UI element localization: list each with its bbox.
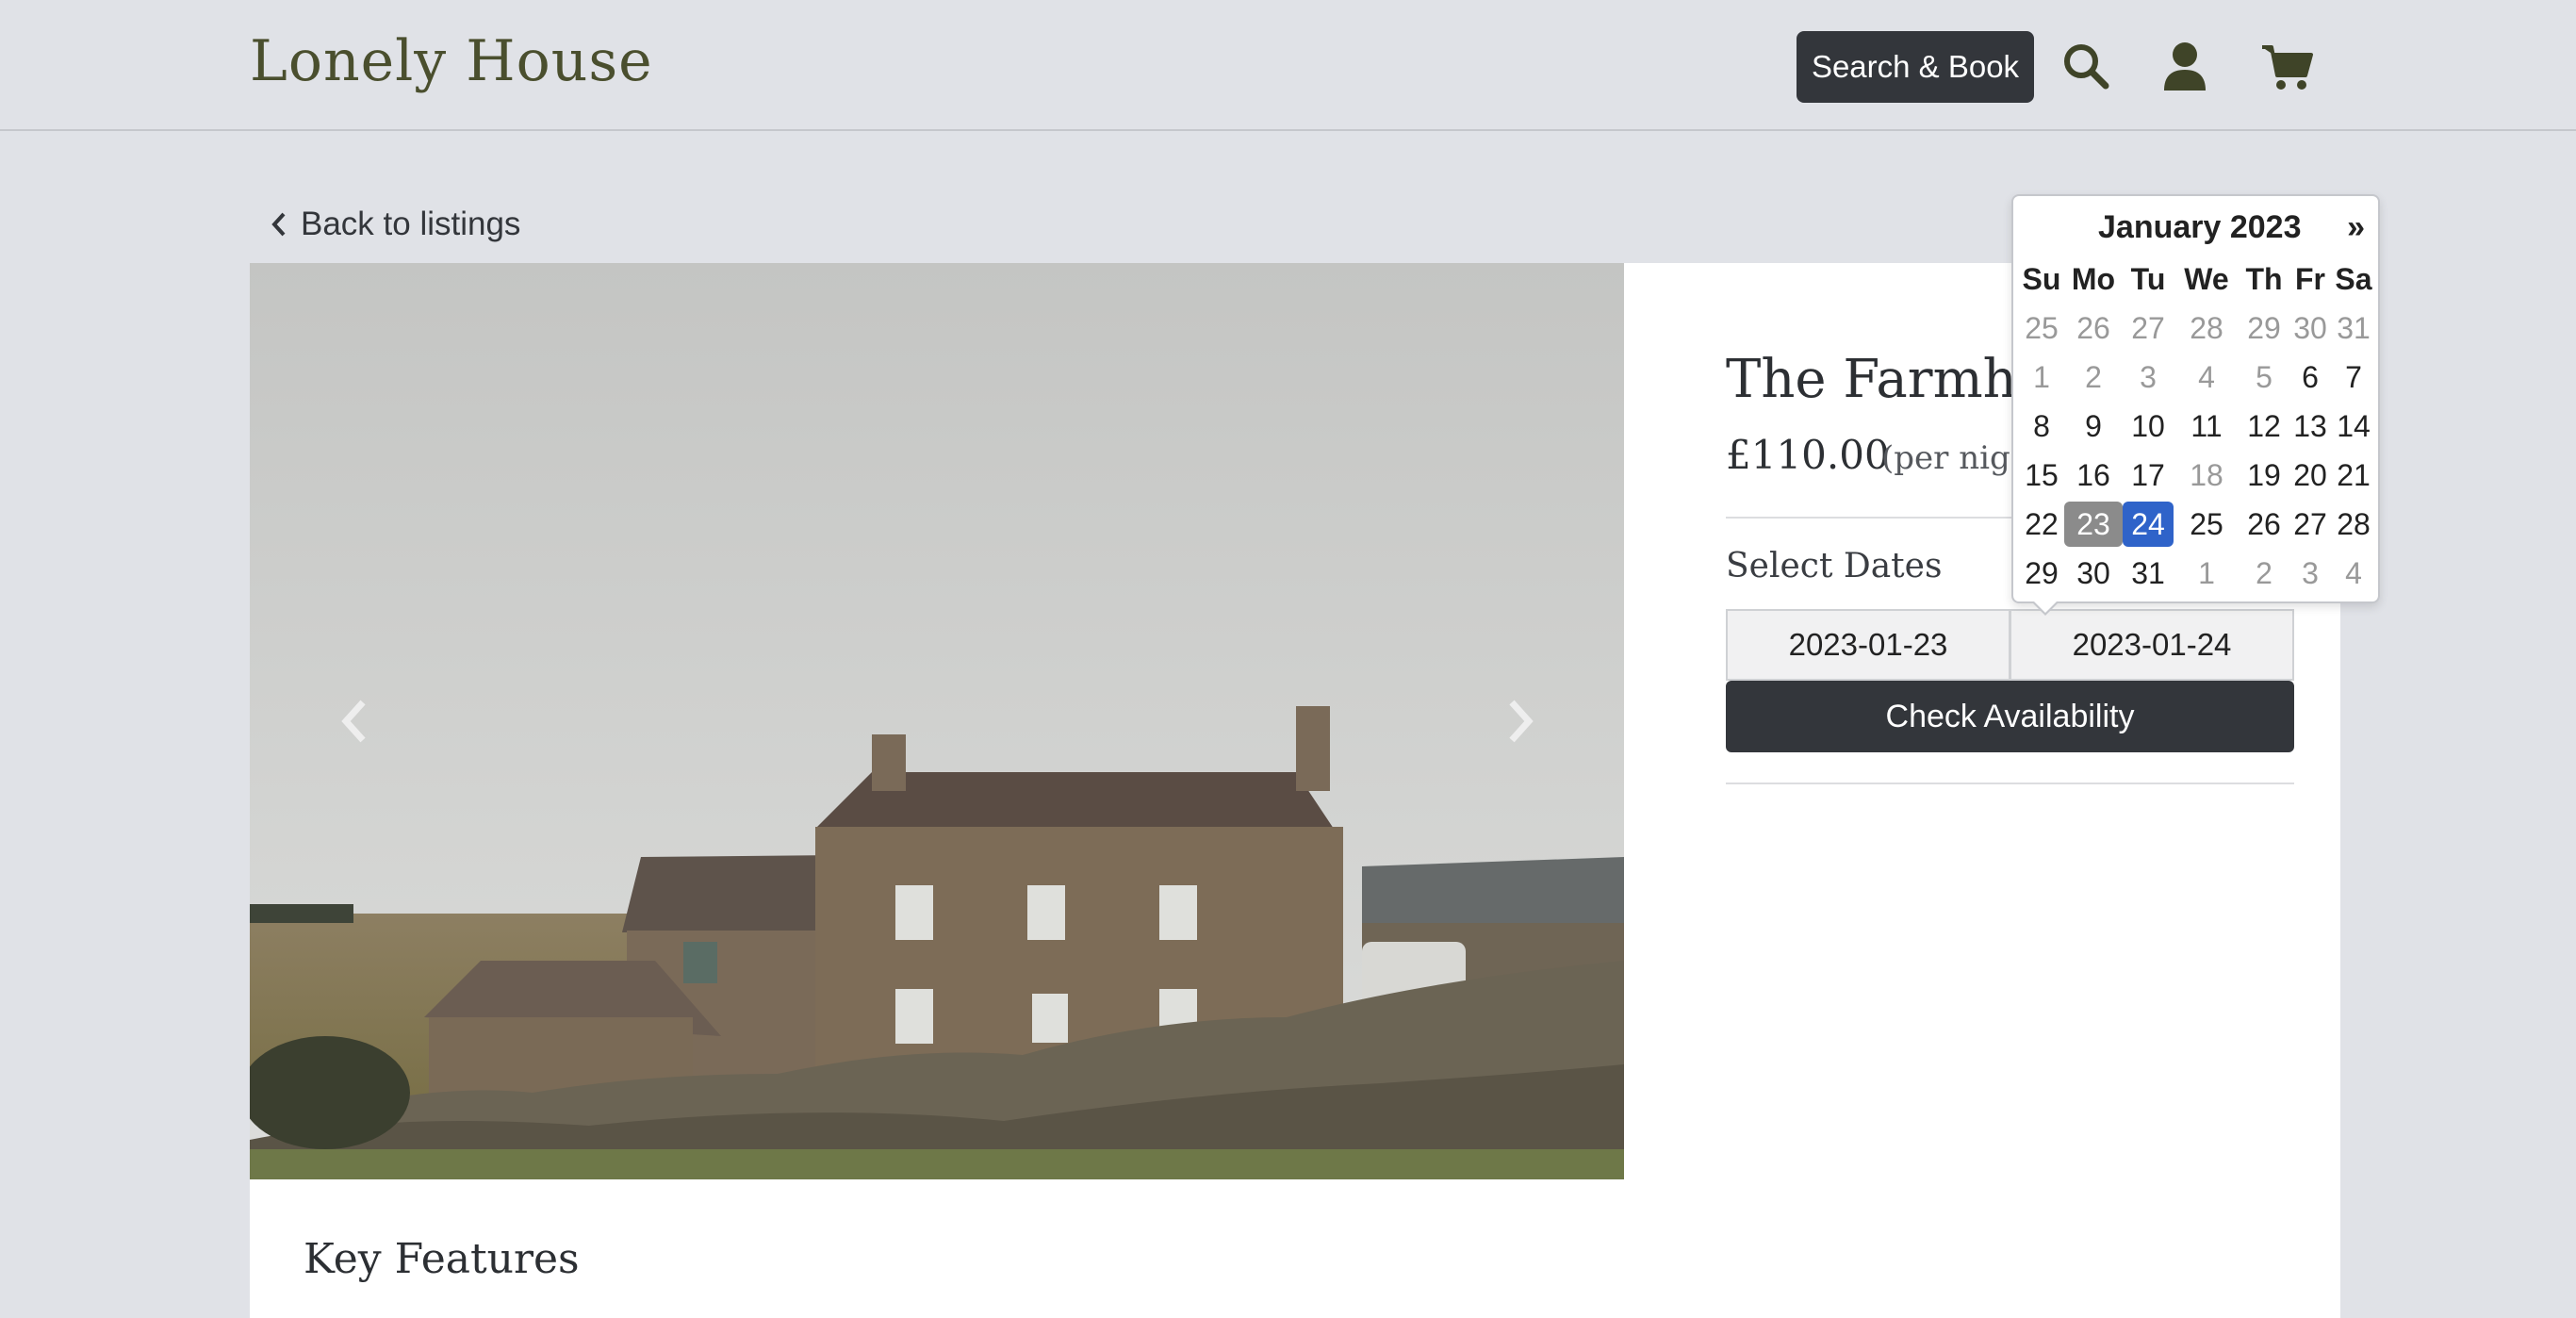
datepicker-day[interactable]: 30 (2289, 305, 2332, 351)
datepicker-week-row: 25 26 27 28 29 30 31 (2019, 305, 2376, 354)
datepicker-day[interactable]: 18 (2174, 453, 2240, 498)
listing-photo-carousel[interactable] (250, 263, 1624, 1179)
datepicker-popup: January 2023 » Su Mo Tu We Th Fr Sa 25 26 27 28 29 3… (2011, 194, 2380, 616)
datepicker-day[interactable]: 13 (2289, 404, 2332, 449)
datepicker-day[interactable]: 27 (2123, 305, 2174, 351)
datepicker-month-switch[interactable]: January 2023 (2098, 209, 2302, 246)
carousel-next-button[interactable] (1502, 693, 1540, 750)
datepicker-day[interactable]: 12 (2240, 404, 2289, 449)
divider (1726, 783, 2294, 784)
datepicker-week-row: 1234567 (2019, 354, 2376, 404)
datepicker-week-row: 29 30 31 1 2 3 4 (2019, 551, 2376, 600)
datepicker-day[interactable]: 28 (2332, 502, 2375, 547)
chevron-right-icon (1509, 700, 1534, 743)
weekday-label: Tu (2130, 261, 2166, 296)
check-in-date-input[interactable]: 2023-01-23 (1726, 609, 2010, 681)
datepicker-day[interactable]: 31 (2123, 551, 2174, 596)
datepicker-day[interactable]: 22 (2019, 502, 2064, 547)
datepicker-day[interactable]: 29 (2240, 305, 2289, 351)
weekday-label: Th (2245, 261, 2283, 296)
datepicker-day[interactable]: 14 (2332, 404, 2375, 449)
datepicker-day[interactable]: 31 (2332, 305, 2375, 351)
datepicker-week-row: 8 9 10 11 12 13 14 (2019, 404, 2376, 453)
brand-logo[interactable]: Lonely House (250, 28, 653, 94)
datepicker-day[interactable]: 28 (2174, 305, 2240, 351)
farmhouse-photo (250, 263, 1624, 1179)
datepicker-day[interactable]: 17 (2123, 453, 2174, 498)
datepicker-day[interactable]: 9 (2064, 404, 2123, 449)
datepicker-day[interactable]: 8 (2019, 404, 2064, 449)
datepicker-day-active[interactable]: 24 (2123, 502, 2174, 547)
datepicker-day[interactable]: 5 (2240, 354, 2289, 400)
weekday-label: We (2184, 261, 2229, 296)
select-dates-label: Select Dates (1726, 547, 1943, 585)
datepicker-next-button[interactable]: » (2347, 209, 2365, 246)
datepicker-day[interactable]: 20 (2289, 453, 2332, 498)
datepicker-day[interactable]: 4 (2332, 551, 2375, 596)
datepicker-day[interactable]: 7 (2332, 354, 2375, 400)
datepicker-day[interactable]: 15 (2019, 453, 2064, 498)
datepicker-day[interactable]: 16 (2064, 453, 2123, 498)
datepicker-day[interactable]: 30 (2064, 551, 2123, 596)
weekday-label: Mo (2071, 261, 2116, 296)
datepicker-day[interactable]: 19 (2240, 453, 2289, 498)
datepicker-header: January 2023 » (2013, 209, 2378, 253)
datepicker-day[interactable]: 1 (2019, 354, 2064, 400)
key-features-heading: Key Features (304, 1235, 580, 1283)
chevron-left-icon (271, 212, 286, 237)
datepicker-day[interactable]: 2 (2240, 551, 2289, 596)
user-icon[interactable] (2157, 38, 2213, 94)
check-out-date-input[interactable]: 2023-01-24 (2010, 609, 2294, 681)
datepicker-day[interactable]: 29 (2019, 551, 2064, 596)
datepicker-day[interactable]: 11 (2174, 404, 2240, 449)
datepicker-day[interactable]: 10 (2123, 404, 2174, 449)
datepicker-day-selected[interactable]: 23 (2064, 502, 2123, 547)
datepicker-day[interactable]: 1 (2174, 551, 2240, 596)
datepicker-day[interactable]: 3 (2123, 354, 2174, 400)
datepicker-day[interactable]: 26 (2064, 305, 2123, 351)
listing-price: £110.00 (1726, 432, 1890, 478)
datepicker-day[interactable]: 21 (2332, 453, 2375, 498)
chevron-left-icon (341, 700, 366, 743)
datepicker-day[interactable]: 3 (2289, 551, 2332, 596)
site-header: Lonely House Search & Book (0, 0, 2576, 131)
datepicker-day[interactable]: 25 (2174, 502, 2240, 547)
datepicker-week-row: 22 23 24 25 26 27 28 (2019, 502, 2376, 551)
check-availability-button[interactable]: Check Availability (1726, 681, 2294, 752)
back-link-label: Back to listings (301, 206, 521, 242)
datepicker-day[interactable]: 25 (2019, 305, 2064, 351)
search-book-button[interactable]: Search & Book (1797, 31, 2034, 103)
weekday-label: Fr (2295, 261, 2325, 296)
datepicker-day[interactable]: 2 (2064, 354, 2123, 400)
datepicker-calendar-grid: Su Mo Tu We Th Fr Sa 25 26 27 28 29 30 31 1 2 3 4 5 6 7 8 9 10 1… (2019, 256, 2376, 600)
datepicker-day[interactable]: 6 (2289, 354, 2332, 400)
back-to-listings-link[interactable]: Back to listings (269, 206, 520, 243)
datepicker-week-row: 15 16 17 18 19 20 21 (2019, 453, 2376, 502)
price-unit: (per nig (1881, 439, 2010, 477)
weekday-label: Sa (2335, 261, 2372, 296)
datepicker-day[interactable]: 4 (2174, 354, 2240, 400)
search-icon[interactable] (2058, 38, 2114, 94)
datepicker-day[interactable]: 27 (2289, 502, 2332, 547)
carousel-prev-button[interactable] (335, 693, 372, 750)
weekday-label: Su (2022, 261, 2061, 296)
datepicker-weekday-row: Su Mo Tu We Th Fr Sa (2019, 256, 2376, 305)
cart-icon[interactable] (2258, 38, 2315, 94)
datepicker-day[interactable]: 26 (2240, 502, 2289, 547)
